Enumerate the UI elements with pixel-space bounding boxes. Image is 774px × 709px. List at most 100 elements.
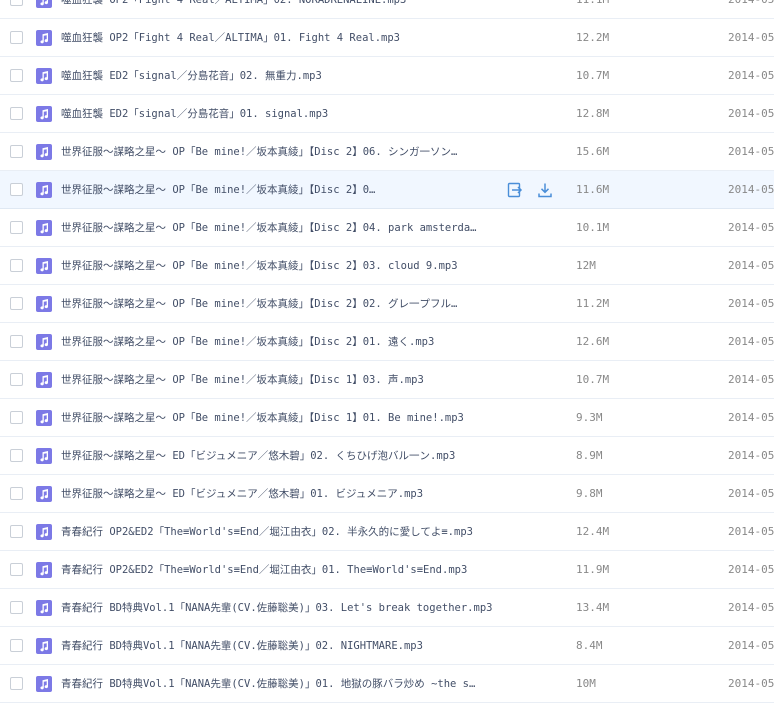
file-name[interactable]: 世界征服～謀略之星～ OP「Be mine!／坂本真綾」【Disc 2】02. … [61, 296, 457, 312]
file-row[interactable]: 青春紀行 OP2&ED2「The≡World's≡End／堀江由衣」01. Th… [0, 551, 774, 589]
modified-date: 2014-05- [728, 449, 774, 462]
file-size: 11.1M [576, 0, 609, 6]
file-row[interactable]: 世界征服～謀略之星～ OP「Be mine!／坂本真綾」【Disc 1】01. … [0, 399, 774, 437]
row-checkbox[interactable] [10, 183, 23, 196]
modified-date: 2014-05- [728, 0, 774, 6]
file-name[interactable]: 世界征服～謀略之星～ ED「ビジュメニア／悠木碧」02. くちひげ泡バル一ン.m… [61, 448, 455, 464]
music-file-icon [36, 372, 52, 388]
modified-date: 2014-05- [728, 525, 774, 538]
row-checkbox[interactable] [10, 335, 23, 348]
file-name[interactable]: 世界征服～謀略之星～ OP「Be mine!／坂本真綾」【Disc 2】04. … [61, 220, 477, 236]
file-name[interactable]: 世界征服～謀略之星～ OP「Be mine!／坂本真綾」【Disc 2】0… [61, 182, 375, 198]
music-file-icon [36, 638, 52, 654]
share-icon[interactable] [506, 181, 524, 199]
modified-date: 2014-05- [728, 487, 774, 500]
file-size: 10.7M [576, 69, 610, 82]
music-file-icon [36, 106, 52, 122]
file-name[interactable]: 噬血狂襲 OP2「Fight 4 Real／ALTIMA」01. Fight 4… [61, 30, 400, 46]
file-size: 15.6M [576, 145, 610, 158]
file-name[interactable]: 青春紀行 OP2&ED2「The≡World's≡End／堀江由衣」02. 半永… [61, 524, 473, 540]
row-checkbox[interactable] [10, 145, 23, 158]
modified-date: 2014-05- [728, 107, 774, 120]
file-name[interactable]: 世界征服～謀略之星～ OP「Be mine!／坂本真綾」【Disc 1】03. … [61, 372, 424, 388]
file-size: 11.6M [576, 183, 610, 196]
music-file-icon [36, 296, 52, 312]
file-row[interactable]: 噬血狂襲 ED2「signal／分島花音」01. signal.mp3 12.8M… [0, 95, 774, 133]
file-row[interactable]: 青春紀行 BD特典Vol.1「NANA先輩(CV.佐藤聡美)」02. NIGHT… [0, 627, 774, 665]
file-row[interactable]: 世界征服～謀略之星～ OP「Be mine!／坂本真綾」【Disc 1】03. … [0, 361, 774, 399]
file-size: 8.9M [576, 449, 603, 462]
row-checkbox[interactable] [10, 411, 23, 424]
modified-date: 2014-05- [728, 335, 774, 348]
row-checkbox[interactable] [10, 221, 23, 234]
file-size: 11.2M [576, 297, 610, 310]
modified-date: 2014-05- [728, 373, 774, 386]
download-icon[interactable] [536, 181, 554, 199]
row-checkbox[interactable] [10, 297, 23, 310]
music-file-icon [36, 410, 52, 426]
music-file-icon [36, 448, 52, 464]
file-row[interactable]: 世界征服～謀略之星～ OP「Be mine!／坂本真綾」【Disc 2】01. … [0, 323, 774, 361]
music-file-icon [36, 524, 52, 540]
file-name[interactable]: 世界征服～謀略之星～ OP「Be mine!／坂本真綾」【Disc 2】06. … [61, 144, 457, 160]
music-file-icon [36, 30, 52, 46]
music-file-icon [36, 562, 52, 578]
file-list: 噬血狂襲 OP2「Fight 4 Real／ALTIMA」02. NORADRE… [0, 0, 774, 703]
file-row[interactable]: 世界征服～謀略之星～ OP「Be mine!／坂本真綾」【Disc 2】02. … [0, 285, 774, 323]
modified-date: 2014-05- [728, 145, 774, 158]
row-checkbox[interactable] [10, 563, 23, 576]
file-name[interactable]: 世界征服～謀略之星～ ED「ビジュメニア／悠木碧」01. ビジュメニア.mp3 [61, 486, 423, 502]
modified-date: 2014-05- [728, 221, 774, 234]
row-checkbox[interactable] [10, 449, 23, 462]
file-row[interactable]: 噬血狂襲 ED2「signal／分島花音」02. 無重力.mp3 10.7M 201… [0, 57, 774, 95]
row-checkbox[interactable] [10, 259, 23, 272]
music-file-icon [36, 334, 52, 350]
file-name[interactable]: 噬血狂襲 OP2「Fight 4 Real／ALTIMA」02. NORADRE… [61, 0, 406, 8]
music-file-icon [36, 182, 52, 198]
file-row[interactable]: 世界征服～謀略之星～ OP「Be mine!／坂本真綾」【Disc 2】04. … [0, 209, 774, 247]
file-size: 12.4M [576, 525, 610, 538]
file-name[interactable]: 青春紀行 BD特典Vol.1「NANA先輩(CV.佐藤聡美)」02. NIGHT… [61, 638, 423, 654]
row-checkbox[interactable] [10, 69, 23, 82]
file-row[interactable]: 噬血狂襲 OP2「Fight 4 Real／ALTIMA」01. Fight 4… [0, 19, 774, 57]
modified-date: 2014-05- [728, 297, 774, 310]
row-checkbox[interactable] [10, 639, 23, 652]
file-name[interactable]: 青春紀行 BD特典Vol.1「NANA先輩(CV.佐藤聡美)」01. 地獄の豚バ… [61, 676, 475, 692]
row-checkbox[interactable] [10, 373, 23, 386]
file-row[interactable]: 世界征服～謀略之星～ OP「Be mine!／坂本真綾」【Disc 2】03. … [0, 247, 774, 285]
file-row[interactable]: 青春紀行 BD特典Vol.1「NANA先輩(CV.佐藤聡美)」01. 地獄の豚バ… [0, 665, 774, 703]
file-name[interactable]: 青春紀行 BD特典Vol.1「NANA先輩(CV.佐藤聡美)」03. Let's… [61, 600, 492, 616]
file-size: 10.7M [576, 373, 610, 386]
row-checkbox[interactable] [10, 107, 23, 120]
file-name[interactable]: 青春紀行 OP2&ED2「The≡World's≡End／堀江由衣」01. Th… [61, 562, 467, 578]
row-checkbox[interactable] [10, 0, 23, 6]
file-row[interactable]: 世界征服～謀略之星～ ED「ビジュメニア／悠木碧」01. ビジュメニア.mp3 9… [0, 475, 774, 513]
modified-date: 2014-05- [728, 259, 774, 272]
file-row[interactable]: 青春紀行 BD特典Vol.1「NANA先輩(CV.佐藤聡美)」03. Let's… [0, 589, 774, 627]
file-size: 9.8M [576, 487, 603, 500]
row-checkbox[interactable] [10, 31, 23, 44]
file-row[interactable]: 世界征服～謀略之星～ OP「Be mine!／坂本真綾」【Disc 2】0… 11… [0, 171, 774, 209]
music-file-icon [36, 258, 52, 274]
file-size: 8.4M [576, 639, 603, 652]
file-row[interactable]: 世界征服～謀略之星～ OP「Be mine!／坂本真綾」【Disc 2】06. … [0, 133, 774, 171]
modified-date: 2014-05- [728, 677, 774, 690]
row-checkbox[interactable] [10, 525, 23, 538]
music-file-icon [36, 600, 52, 616]
file-row[interactable]: 噬血狂襲 OP2「Fight 4 Real／ALTIMA」02. NORADRE… [0, 0, 774, 19]
file-row[interactable]: 青春紀行 OP2&ED2「The≡World's≡End／堀江由衣」02. 半永… [0, 513, 774, 551]
modified-date: 2014-05- [728, 183, 774, 196]
file-name[interactable]: 噬血狂襲 ED2「signal／分島花音」01. signal.mp3 [61, 106, 328, 122]
music-file-icon [36, 676, 52, 692]
file-size: 11.9M [576, 563, 610, 576]
file-name[interactable]: 噬血狂襲 ED2「signal／分島花音」02. 無重力.mp3 [61, 68, 322, 84]
row-checkbox[interactable] [10, 487, 23, 500]
file-name[interactable]: 世界征服～謀略之星～ OP「Be mine!／坂本真綾」【Disc 2】01. … [61, 334, 434, 350]
row-checkbox[interactable] [10, 601, 23, 614]
file-row[interactable]: 世界征服～謀略之星～ ED「ビジュメニア／悠木碧」02. くちひげ泡バル一ン.m… [0, 437, 774, 475]
file-name[interactable]: 世界征服～謀略之星～ OP「Be mine!／坂本真綾」【Disc 1】01. … [61, 410, 464, 426]
file-name[interactable]: 世界征服～謀略之星～ OP「Be mine!／坂本真綾」【Disc 2】03. … [61, 258, 458, 274]
file-size: 10M [576, 677, 596, 690]
row-checkbox[interactable] [10, 677, 23, 690]
file-size: 13.4M [576, 601, 610, 614]
